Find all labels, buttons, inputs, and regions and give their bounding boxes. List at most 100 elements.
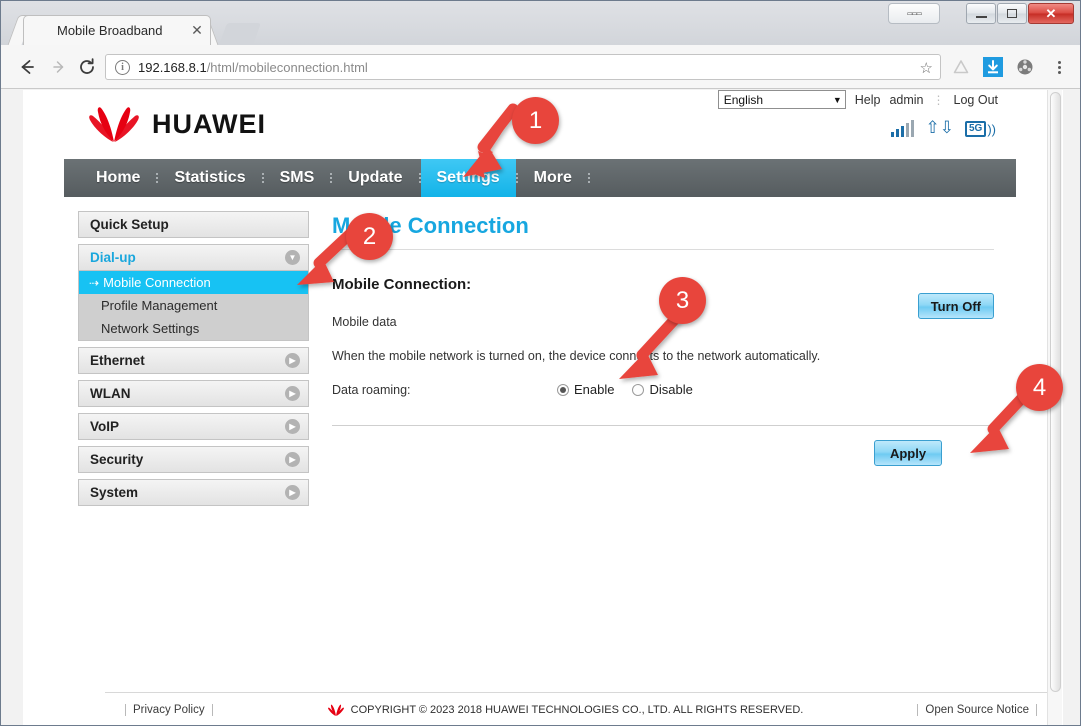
- sidebar-submenu-dialup: ⇢ Mobile Connection Profile Management N…: [78, 271, 309, 341]
- nav-item-sms[interactable]: SMS: [264, 159, 331, 197]
- chevron-right-icon: ▶: [285, 386, 300, 401]
- chevron-right-icon: ▶: [285, 452, 300, 467]
- huawei-logo: HUAWEI: [86, 104, 266, 144]
- turn-off-button[interactable]: Turn Off: [918, 293, 994, 319]
- sidebar-item-wlan[interactable]: WLAN ▶: [78, 380, 309, 407]
- chevron-right-icon: ▶: [285, 485, 300, 500]
- forward-icon: [49, 57, 69, 77]
- radio-disable-label[interactable]: Disable: [649, 382, 692, 397]
- privacy-policy-link[interactable]: Privacy Policy: [125, 704, 213, 716]
- maximize-icon: [1007, 9, 1017, 18]
- forward-button[interactable]: [47, 55, 71, 79]
- content-divider: [332, 425, 994, 426]
- page-body: Quick Setup Dial-up ▼ ⇢ Mobile Connectio…: [64, 197, 1016, 726]
- chevron-right-icon: ▶: [285, 419, 300, 434]
- page-title: Mobile Connection: [332, 213, 994, 249]
- radio-enable[interactable]: [557, 384, 569, 396]
- page-viewport: HUAWEI English ▼ Help admin ⋮ Log Out ⇧⇩: [23, 90, 1063, 726]
- apply-button[interactable]: Apply: [874, 440, 942, 466]
- status-icons: ⇧⇩ 5G )): [891, 120, 996, 137]
- mobile-network-hint: When the mobile network is turned on, th…: [332, 349, 994, 363]
- downloads-icon[interactable]: [981, 55, 1005, 79]
- nav-divider: [588, 159, 590, 197]
- brand-name: HUAWEI: [152, 109, 266, 140]
- annotation-badge-1: 1: [512, 97, 559, 144]
- nav-item-statistics[interactable]: Statistics: [158, 159, 261, 197]
- sidebar-item-voip[interactable]: VoIP ▶: [78, 413, 309, 440]
- window-restore-group-button[interactable]: ▭▭▭: [888, 3, 940, 24]
- window-close-button[interactable]: ✕: [1028, 3, 1074, 24]
- mobile-data-row: Mobile data: [332, 315, 994, 329]
- annotation-badge-4: 4: [1016, 364, 1063, 411]
- copyright-text: COPYRIGHT © 2023 2018 HUAWEI TECHNOLOGIE…: [351, 704, 804, 716]
- arrow-right-icon: ⇢: [89, 276, 99, 290]
- nav-item-home[interactable]: Home: [80, 159, 156, 197]
- address-bar[interactable]: i 192.168.8.1/html/mobileconnection.html…: [105, 54, 941, 80]
- network-type-label: 5G: [965, 121, 986, 137]
- sidebar-block-system: System ▶: [78, 479, 309, 506]
- network-5g-icon: 5G )): [965, 121, 996, 137]
- radio-enable-label[interactable]: Enable: [574, 382, 614, 397]
- apply-row: Apply: [332, 440, 994, 466]
- browser-menu-button[interactable]: [1047, 55, 1071, 79]
- tab-close-icon[interactable]: ✕: [189, 22, 205, 38]
- header-account-bar: English ▼ Help admin ⋮ Log Out: [718, 90, 998, 109]
- window-controls: ✕: [965, 3, 1074, 25]
- chevron-down-icon: ▼: [833, 95, 842, 105]
- sidebar-block-quick-setup: Quick Setup: [78, 211, 309, 238]
- site-info-icon[interactable]: i: [115, 60, 130, 75]
- page-footer: Privacy Policy COPYRIGHT © 2023 2018 HUA…: [105, 692, 1057, 726]
- sidebar-item-network-settings[interactable]: Network Settings: [79, 317, 308, 340]
- back-button[interactable]: [15, 55, 39, 79]
- data-roaming-label: Data roaming:: [332, 383, 557, 397]
- menu-dots-icon: [1058, 61, 1061, 74]
- reload-button[interactable]: [75, 55, 99, 79]
- reload-icon: [77, 57, 97, 77]
- user-name: admin: [889, 93, 923, 107]
- sidebar-block-wlan: WLAN ▶: [78, 380, 309, 407]
- huawei-router-page: HUAWEI English ▼ Help admin ⋮ Log Out ⇧⇩: [64, 90, 1016, 726]
- sidebar-item-security[interactable]: Security ▶: [78, 446, 309, 473]
- signal-bars-icon: [891, 121, 914, 137]
- extension-icon[interactable]: [1013, 55, 1037, 79]
- sidebar-item-label: VoIP: [90, 419, 119, 434]
- url-host: 192.168.8.1: [138, 60, 207, 75]
- radio-disable[interactable]: [632, 384, 644, 396]
- content-panel: Mobile Connection Mobile Connection: Mob…: [314, 197, 1016, 726]
- annotation-badge-2: 2: [346, 213, 393, 260]
- sidebar: Quick Setup Dial-up ▼ ⇢ Mobile Connectio…: [64, 197, 314, 726]
- window-minimize-button[interactable]: [966, 3, 996, 24]
- bookmark-star-icon[interactable]: ☆: [920, 59, 933, 77]
- sidebar-item-mobile-connection[interactable]: ⇢ Mobile Connection: [79, 271, 308, 294]
- nav-item-settings[interactable]: Settings: [421, 159, 516, 197]
- window-maximize-button[interactable]: [997, 3, 1027, 24]
- logout-link[interactable]: Log Out: [954, 93, 998, 107]
- google-drive-icon[interactable]: [949, 55, 973, 79]
- traffic-arrows-icon: ⇧⇩: [925, 120, 954, 137]
- download-arrow-icon: [982, 56, 1004, 78]
- header-separator: ⋮: [933, 93, 945, 107]
- sidebar-item-label: Security: [90, 452, 143, 467]
- back-icon: [17, 57, 37, 77]
- sidebar-item-label: Profile Management: [101, 298, 217, 313]
- nav-item-update[interactable]: Update: [332, 159, 418, 197]
- sidebar-item-system[interactable]: System ▶: [78, 479, 309, 506]
- sidebar-item-quick-setup[interactable]: Quick Setup: [78, 211, 309, 238]
- sidebar-item-dialup[interactable]: Dial-up ▼: [78, 244, 309, 271]
- browser-window: Mobile Broadband ✕ ▭▭▭ ✕ i 192: [0, 0, 1081, 726]
- open-source-notice-link[interactable]: Open Source Notice: [917, 704, 1037, 716]
- sidebar-item-profile-management[interactable]: Profile Management: [79, 294, 308, 317]
- chevron-right-icon: ▶: [285, 353, 300, 368]
- browser-tab-title: Mobile Broadband: [57, 23, 163, 38]
- minimize-icon: [976, 16, 987, 18]
- sidebar-item-ethernet[interactable]: Ethernet ▶: [78, 347, 309, 374]
- data-roaming-row: Data roaming: Enable Disable: [332, 382, 994, 397]
- nav-item-more[interactable]: More: [518, 159, 588, 197]
- mobile-data-label: Mobile data: [332, 315, 397, 329]
- help-link[interactable]: Help: [855, 93, 881, 107]
- signal-waves-icon: )): [987, 123, 996, 136]
- sidebar-item-label: Network Settings: [101, 321, 199, 336]
- sidebar-item-label: Ethernet: [90, 353, 145, 368]
- language-select[interactable]: English ▼: [718, 90, 846, 109]
- drive-triangle-icon: [952, 58, 970, 76]
